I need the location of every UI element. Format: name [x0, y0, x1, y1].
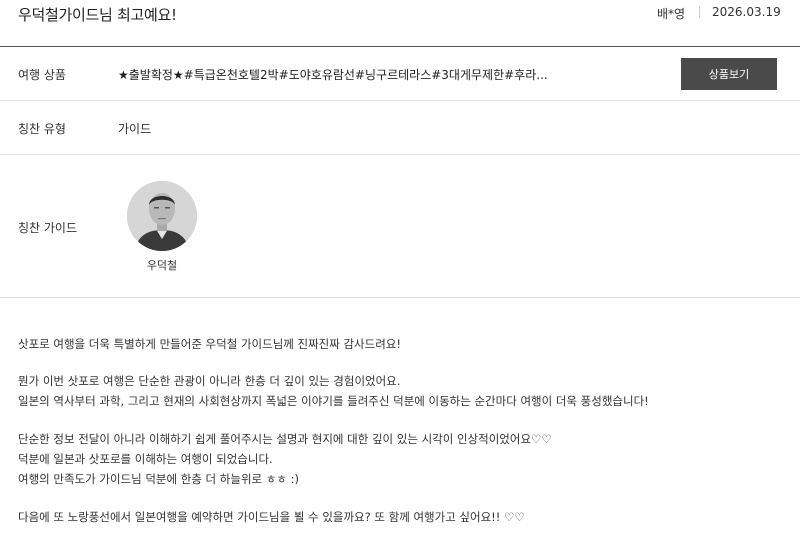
guide-avatar	[127, 181, 197, 251]
product-label: 여행 상품	[18, 68, 66, 82]
praise-type-row: 칭찬 유형 가이드	[0, 101, 800, 155]
content-line: 덕분에 일본과 삿포로를 이해하는 여행이 되었습니다.	[18, 452, 273, 466]
view-product-button[interactable]: 상품보기	[681, 58, 777, 90]
content-line: 여행의 만족도가 가이드님 덕분에 한층 더 하늘위로 ㅎㅎ :)	[18, 472, 299, 486]
praise-type-value: 가이드	[118, 122, 152, 136]
content-line: 단순한 정보 전달이 아니라 이해하기 쉽게 풀어주시는 설명과 현지에 대한 …	[18, 432, 552, 446]
product-name[interactable]: ★출발확정★#특급온천호텔2박#도야호유람선#닝구르테라스#3대게무제한#후라.…	[118, 66, 558, 83]
content-line: 뭔가 이번 삿포로 여행은 단순한 관광이 아니라 한층 더 깊이 있는 경험이…	[18, 374, 401, 388]
review-date: 2026.03.19	[712, 5, 781, 19]
guide-photo	[127, 181, 197, 251]
content-line: 삿포로 여행을 더욱 특별하게 만들어준 우덕철 가이드님께 진짜진짜 감사드려…	[18, 337, 401, 351]
content-line: 일본의 역사부터 과학, 그리고 현재의 사회현상까지 폭넓은 이야기를 들려주…	[18, 394, 649, 408]
review-header: 우덕철가이드님 최고예요! 배*영 2026.03.19	[0, 0, 800, 47]
review-title: 우덕철가이드님 최고예요!	[18, 6, 177, 24]
praised-guide-row: 칭찬 가이드 우덕철	[0, 155, 800, 298]
review-detail: 우덕철가이드님 최고예요! 배*영 2026.03.19 여행 상품 ★출발확정…	[0, 0, 800, 556]
header-divider	[699, 6, 700, 18]
review-author: 배*영	[657, 7, 686, 21]
product-row: 여행 상품 ★출발확정★#특급온천호텔2박#도야호유람선#닝구르테라스#3대게무…	[0, 47, 800, 101]
guide-name: 우덕철	[146, 259, 178, 272]
content-line: 다음에 또 노랑풍선에서 일본여행을 예약하면 가이드님을 뵐 수 있을까요? …	[18, 510, 525, 524]
review-content: 삿포로 여행을 더욱 특별하게 만들어준 우덕철 가이드님께 진짜진짜 감사드려…	[18, 334, 788, 527]
praise-type-label: 칭찬 유형	[18, 122, 66, 136]
praised-guide-label: 칭찬 가이드	[18, 221, 78, 235]
